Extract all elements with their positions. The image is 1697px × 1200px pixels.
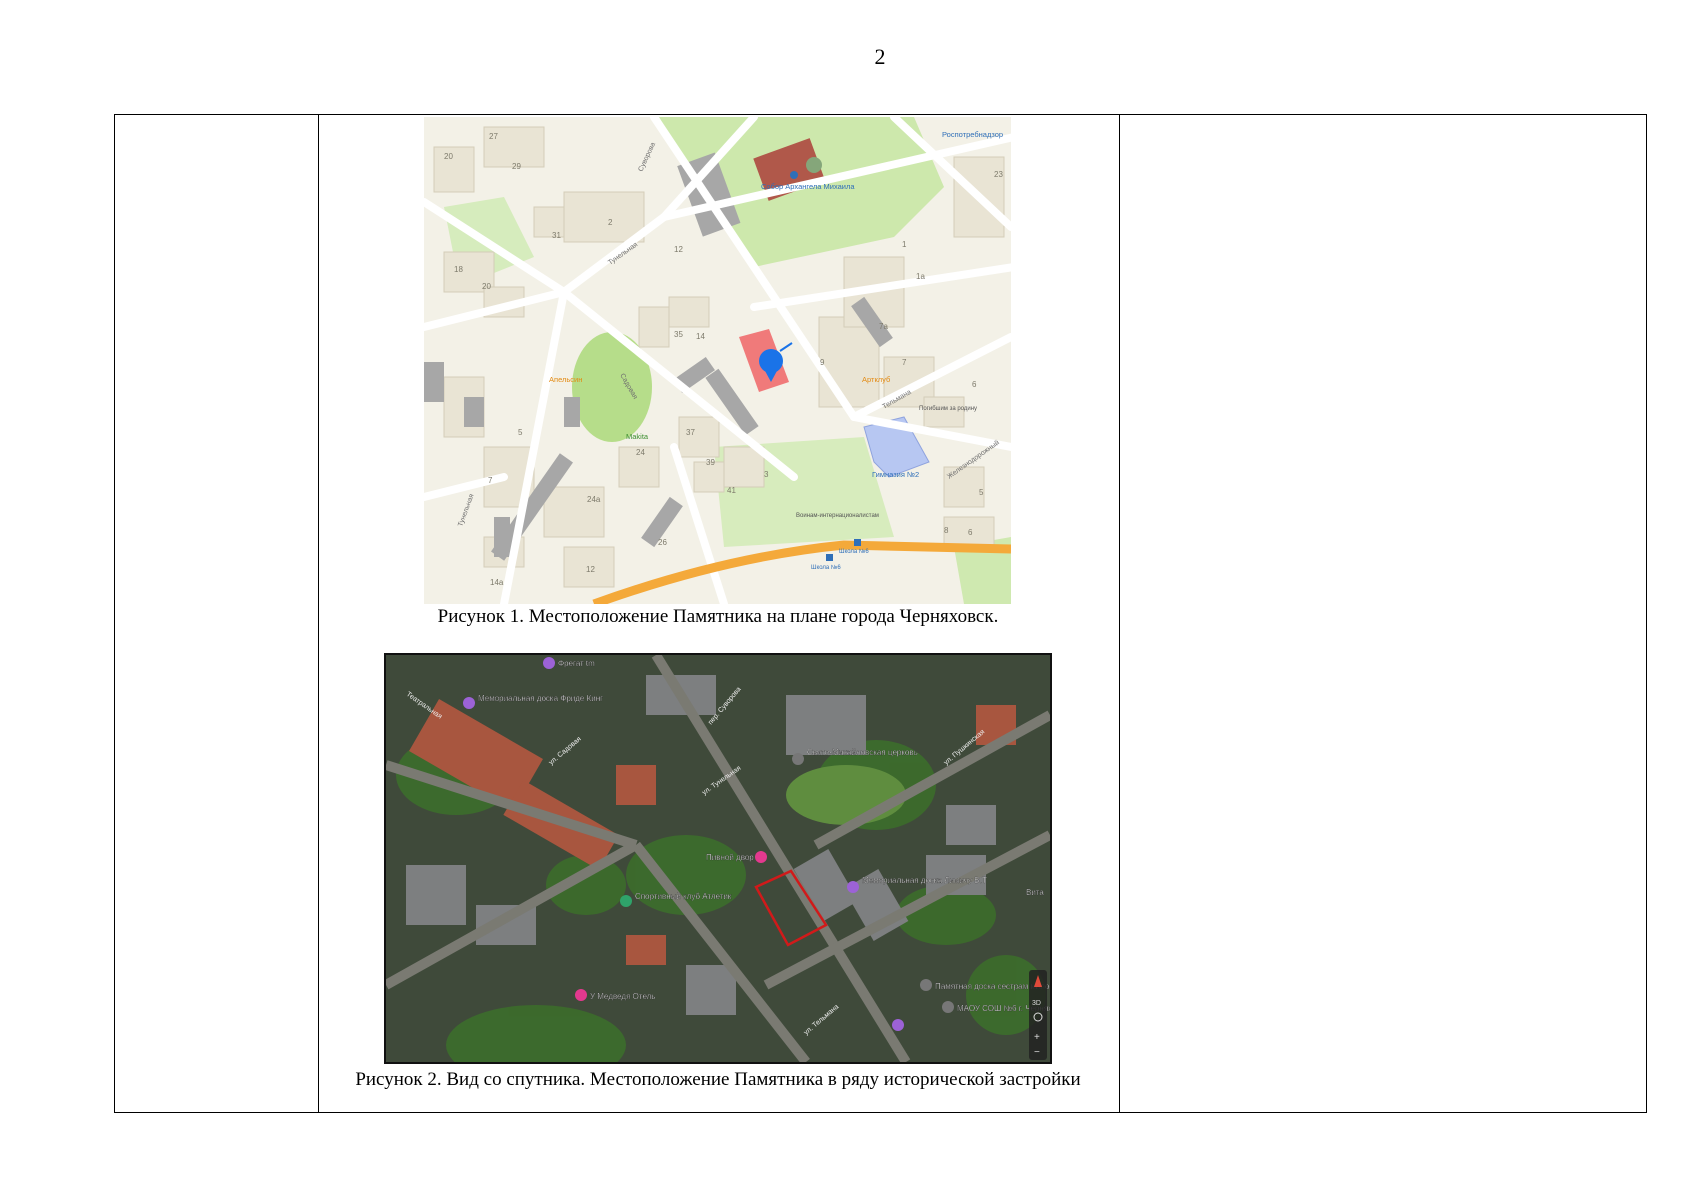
house-number: 37 [686, 428, 695, 437]
poi-label: Погибшим за родину [919, 406, 977, 412]
house-number: 12 [586, 565, 595, 574]
poi-label: Вита [1026, 888, 1044, 897]
house-number: 6 [972, 380, 977, 389]
house-number: 5 [979, 488, 984, 497]
poi-label: Школа №6 [839, 548, 869, 555]
poi-label: Апельсин [549, 375, 582, 384]
house-number: 35 [674, 330, 683, 339]
satellite-view: Фрегат tm Мемориальная доска Фриде Кинг … [384, 653, 1052, 1064]
house-number: 7 [488, 476, 493, 485]
column-divider-2 [1119, 115, 1120, 1112]
zoom-out-button: − [1034, 1047, 1040, 1058]
figure-1-caption: Рисунок 1. Местоположение Памятника на п… [437, 606, 999, 627]
poi-label: Свято-Михайловская церковь [807, 748, 918, 757]
house-number: 9 [820, 358, 825, 367]
school-icon [942, 1001, 954, 1013]
house-number: 18 [454, 265, 463, 274]
figure-2-caption: Рисунок 2. Вид со спутника. Местоположен… [355, 1069, 1081, 1090]
poi-label: Воинам-интернационалистам [796, 513, 879, 519]
house-number: 3 [764, 470, 769, 479]
house-number: 6 [968, 528, 973, 537]
house-number: 39 [706, 458, 715, 467]
poi-pin-icon [920, 979, 932, 991]
poi-label: Мемориальная доска Фриде Кинг [478, 694, 603, 703]
poi-label: Школа №6 [811, 564, 841, 571]
sport-icon [620, 895, 632, 907]
map-controls: 3D + − [1029, 970, 1047, 1060]
house-number: 20 [482, 282, 491, 291]
bus-stop-icon [854, 539, 861, 546]
house-number: 26 [658, 538, 667, 547]
house-number: 1а [916, 272, 925, 281]
poi-pin-icon [543, 657, 555, 669]
city-plan-map: 27 29 20 31 2 12 18 20 35 14 9 1 1а 7а 7… [424, 117, 1011, 604]
house-number: 12 [674, 245, 683, 254]
bus-stop-icon [826, 554, 833, 561]
poi-pin-icon [463, 697, 475, 709]
house-number: 14а [490, 578, 504, 587]
3d-button: 3D [1032, 1000, 1041, 1007]
house-number: 41 [727, 486, 736, 495]
house-number: 1 [902, 240, 907, 249]
page-number: 2 [874, 44, 886, 69]
poi-label: Мемориальная доска Лимичу В.Т [862, 876, 987, 885]
church-lawn [786, 765, 906, 825]
house-number: 23 [994, 170, 1003, 179]
poi-label: Makita [626, 432, 649, 441]
poi-label: Фрегат tm [558, 659, 595, 668]
poi-label: Пивной двор [706, 853, 754, 862]
house-number: 24а [587, 495, 601, 504]
house-number: 27 [489, 132, 498, 141]
pub-icon [755, 851, 767, 863]
house-number: 5 [518, 428, 523, 437]
house-number: 14 [696, 332, 705, 341]
house-number: 20 [444, 152, 453, 161]
house-number: 29 [512, 162, 521, 171]
house-number: 31 [552, 231, 561, 240]
house-number: 7а [879, 322, 888, 331]
zoom-in-button: + [1034, 1032, 1040, 1043]
poi-label: У Медведя Отель [590, 992, 655, 1001]
house-number: 8 [944, 526, 949, 535]
house-number: 2 [608, 218, 613, 227]
poi-pin-icon [892, 1019, 904, 1031]
hotel-icon [575, 989, 587, 1001]
poi-label: Спортивный клуб Атлетик [635, 892, 732, 901]
house-number: 7 [902, 358, 907, 367]
poi-label: Роспотребнадзор [942, 130, 1003, 139]
poi-label: Гимназия №2 [872, 470, 919, 479]
church-icon [792, 753, 804, 765]
church-building [786, 695, 866, 755]
cathedral-icon [790, 171, 798, 179]
poi-label: Собор Архангела Михаила [761, 182, 855, 191]
poi-pin-icon [847, 881, 859, 893]
poi-label: Артклуб [862, 375, 890, 384]
house-number: 24 [636, 448, 645, 457]
